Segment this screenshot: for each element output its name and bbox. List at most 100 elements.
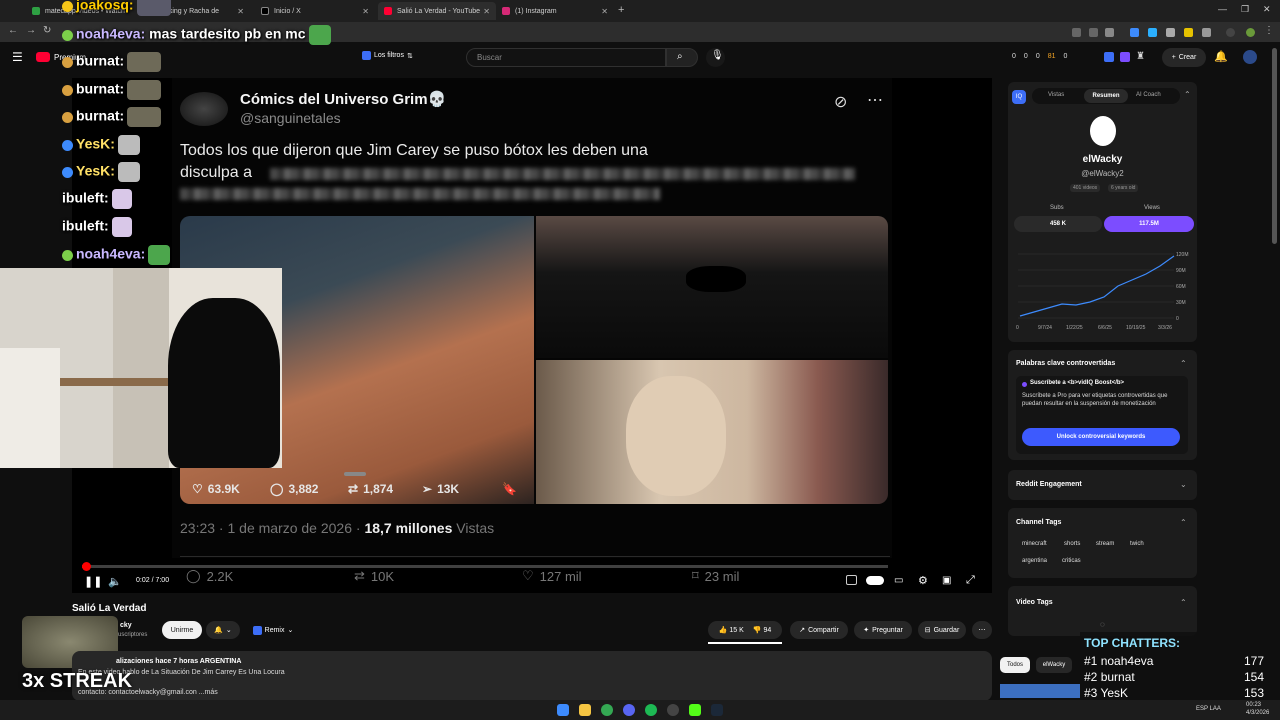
extension-icon[interactable] <box>1072 28 1081 37</box>
profile-avatar-icon[interactable] <box>1226 28 1235 37</box>
heart-icon: ♡ <box>192 482 203 496</box>
discord-icon[interactable] <box>623 704 635 716</box>
chevron-down-icon[interactable]: ⌄ <box>1180 480 1187 489</box>
collapse-icon[interactable]: ⌃ <box>1180 359 1187 368</box>
chrome-icon[interactable] <box>601 704 613 716</box>
ask-button[interactable]: ✦ Preguntar <box>854 621 912 639</box>
search-button[interactable]: ⌕ <box>666 48 698 67</box>
clock-date[interactable]: 4/3/2026 <box>1246 710 1269 716</box>
clock-time[interactable]: 00:23 <box>1246 702 1261 708</box>
collapse-icon[interactable]: ⌃ <box>1180 598 1187 607</box>
search-input[interactable]: Buscar <box>466 48 666 67</box>
pause-icon[interactable]: ❚❚ <box>84 575 102 588</box>
minimize-button[interactable]: — <box>1218 4 1227 14</box>
save-icon: ⊟ <box>924 627 931 634</box>
obs-icon[interactable] <box>667 704 679 716</box>
menu-dots-icon[interactable]: ⋮ <box>1264 25 1274 36</box>
tweet-author-name: Cómics del Universo Grim💀 <box>240 91 447 108</box>
new-tab-button[interactable]: + <box>618 4 624 16</box>
profile-avatar-icon[interactable] <box>1246 28 1255 37</box>
tab-vistas[interactable]: Vistas <box>1048 92 1064 98</box>
forward-icon[interactable]: → <box>26 25 36 36</box>
share-button[interactable]: ↗ Compartir <box>790 621 848 639</box>
join-button[interactable]: Unirme <box>162 621 202 639</box>
avatar[interactable] <box>1243 50 1257 64</box>
filters-button[interactable]: Los filtros ⇅ <box>362 51 413 60</box>
related-thumbnail[interactable] <box>1000 684 1080 698</box>
description-meta: alizaciones hace 7 horas ARGENTINA <box>116 658 242 665</box>
back-icon[interactable]: ← <box>8 25 18 36</box>
tab-resumen[interactable]: Resumen <box>1084 89 1128 103</box>
vidiq-tabs: Vistas Resumen AI Coach <box>1032 88 1180 104</box>
kick-icon[interactable] <box>689 704 701 716</box>
channel-tag[interactable]: criticas <box>1062 558 1081 564</box>
save-button[interactable]: ⊟ Guardar <box>918 621 966 639</box>
youtube-favicon-icon <box>384 7 392 15</box>
windows-start-icon[interactable] <box>557 704 569 716</box>
collapse-icon[interactable]: ⌃ <box>1184 90 1191 99</box>
notifications-button[interactable]: 🔔 ⌄ <box>206 621 240 639</box>
progress-scrubber[interactable] <box>82 562 92 571</box>
subtitles-icon[interactable]: ▭ <box>894 575 903 586</box>
channel-tag[interactable]: stream <box>1096 541 1114 547</box>
close-icon[interactable]: ✕ <box>237 7 244 16</box>
file-explorer-icon[interactable] <box>579 704 591 716</box>
tab-x[interactable]: Inicio / X ✕ <box>255 2 375 20</box>
reload-icon[interactable]: ↻ <box>43 25 51 36</box>
extension-icon[interactable] <box>1148 28 1157 37</box>
extension-icon[interactable] <box>1184 28 1193 37</box>
autoplay-toggle[interactable] <box>866 576 884 585</box>
chip-channel[interactable]: elWacky <box>1036 657 1072 673</box>
steam-icon[interactable] <box>711 704 723 716</box>
channel-tag[interactable]: argentina <box>1022 558 1047 564</box>
dislike-button[interactable]: 👎 94 <box>753 626 771 634</box>
tweet-bottom-retweets: ⇄ 10K <box>354 568 395 584</box>
vidiq-player-icon[interactable] <box>846 575 857 585</box>
fullscreen-icon[interactable]: ⤢ <box>966 574 975 587</box>
chip-all[interactable]: Todos <box>1000 657 1030 673</box>
miniplayer-icon[interactable]: ▣ <box>942 575 951 586</box>
scrollbar[interactable] <box>1272 48 1277 244</box>
tweet-photo-mask <box>536 360 888 504</box>
voice-search-button[interactable]: 🎙 <box>706 48 725 67</box>
channel-tag[interactable]: shorts <box>1064 541 1080 547</box>
vidiq-boost-icon[interactable] <box>1120 52 1130 62</box>
extensions-puzzle-icon[interactable] <box>1202 28 1211 37</box>
bookmark-star-icon[interactable] <box>1105 28 1114 37</box>
notifications-bell-icon[interactable]: 🔔 <box>1214 50 1228 63</box>
collapse-icon[interactable]: ⌃ <box>1180 518 1187 527</box>
channel-tag[interactable]: twich <box>1130 541 1144 547</box>
tab-youtube[interactable]: Salió La Verdad - YouTube ✕ <box>378 2 496 20</box>
settings-gear-icon[interactable]: ⚙ <box>918 574 928 587</box>
extension-icon[interactable] <box>1089 28 1098 37</box>
extension-icon[interactable] <box>1130 28 1139 37</box>
reddit-engagement-card[interactable]: Reddit Engagement ⌄ <box>1008 470 1197 500</box>
remix-icon <box>252 625 262 635</box>
close-window-button[interactable]: ✕ <box>1263 4 1271 15</box>
like-button[interactable]: 👍 15 K <box>719 626 744 634</box>
description-box[interactable]: alizaciones hace 7 horas ARGENTINA En es… <box>72 651 992 701</box>
vidiq-icon[interactable] <box>1104 52 1114 62</box>
views-value: 117.5M <box>1104 216 1194 232</box>
extension-icon[interactable] <box>1166 28 1175 37</box>
tab-instagram[interactable]: (1) Instagram ✕ <box>496 2 614 20</box>
trophy-icon[interactable]: ♜ <box>1136 51 1145 62</box>
maximize-button[interactable]: ❐ <box>1241 4 1249 15</box>
spotify-icon[interactable] <box>645 704 657 716</box>
close-icon[interactable]: ✕ <box>601 7 608 16</box>
channel-tag[interactable]: minecraft <box>1022 541 1047 547</box>
create-button[interactable]: + Crear <box>1162 48 1206 67</box>
channel-name[interactable]: cky <box>120 622 132 629</box>
remix-button[interactable]: Remix ⌄ <box>246 621 300 639</box>
boost-box: Suscríbete a <b>vidIQ Boost</b> Suscríbe… <box>1016 376 1188 454</box>
more-actions-button[interactable]: ⋯ <box>972 621 992 639</box>
tab-ai-coach[interactable]: AI Coach <box>1136 92 1161 98</box>
hamburger-menu-icon[interactable]: ☰ <box>12 50 23 64</box>
volume-icon[interactable]: 🔈 <box>108 575 122 588</box>
unlock-keywords-button[interactable]: Unlock controversial keywords <box>1022 428 1180 446</box>
language-indicator[interactable]: ESP LAA <box>1196 706 1221 712</box>
close-icon[interactable]: ✕ <box>483 7 490 16</box>
youtube-logo-icon[interactable] <box>36 52 50 62</box>
close-icon[interactable]: ✕ <box>362 7 369 16</box>
progress-bar[interactable] <box>82 562 888 571</box>
